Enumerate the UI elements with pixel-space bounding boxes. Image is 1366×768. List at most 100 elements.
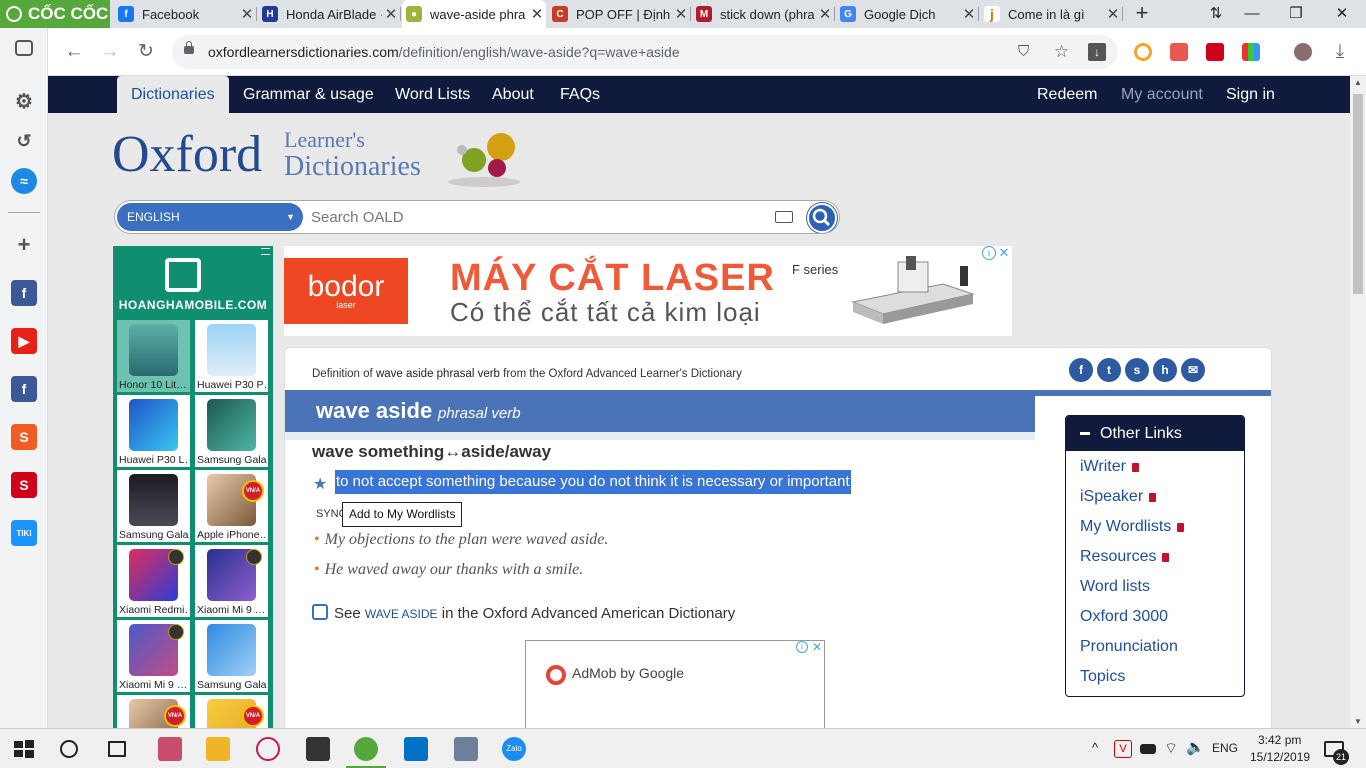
other-link-oxford-3000[interactable]: Oxford 3000 <box>1080 608 1168 626</box>
language-select[interactable]: ENGLISH ▼ <box>117 203 303 231</box>
ad-product[interactable]: Huawei P30 L… <box>117 395 190 467</box>
hatena-share-icon[interactable]: h <box>1153 358 1177 382</box>
email-share-icon[interactable]: ✉ <box>1181 358 1205 382</box>
close-window-button[interactable]: ✕ <box>1322 2 1362 26</box>
nav-dictionaries[interactable]: Dictionaries <box>117 76 229 113</box>
nav-grammar[interactable]: Grammar & usage <box>243 76 374 113</box>
nav-faqs[interactable]: FAQs <box>560 76 600 113</box>
messenger-icon[interactable]: ≈ <box>11 168 37 194</box>
left-ad-hoanghamobile[interactable]: HOANGHAMOBILE.COM Honor 10 Lit… Huawei P… <box>113 246 273 728</box>
battery-icon[interactable] <box>1140 744 1156 754</box>
ad-product[interactable]: Xiaomi Redmi… <box>117 545 190 617</box>
ad-product[interactable]: Samsung Gala… <box>117 470 190 542</box>
close-icon[interactable]: ✕ <box>816 5 834 23</box>
ad-choices-icon[interactable]: i <box>796 641 808 653</box>
other-link-my-wordlists[interactable]: My Wordlists <box>1080 518 1185 536</box>
sticky-app-icon[interactable] <box>306 737 330 761</box>
task-view-icon[interactable] <box>108 741 126 757</box>
close-icon[interactable]: ✕ <box>672 5 690 23</box>
ad-product[interactable]: VN/A <box>195 695 268 728</box>
close-icon[interactable]: ✕ <box>382 5 400 23</box>
star-icon[interactable]: ★ <box>313 474 327 494</box>
sendo-shortcut-icon[interactable]: S <box>11 472 37 498</box>
vietkey-icon[interactable]: V <box>1114 740 1132 758</box>
browser-brand-button[interactable]: CỐC CỐC <box>0 0 110 28</box>
other-link-topics[interactable]: Topics <box>1080 668 1125 686</box>
back-arrow-icon[interactable]: ← <box>60 38 88 66</box>
shield-icon[interactable]: ⛉ <box>1018 35 1029 69</box>
tab-google-translate[interactable]: G Google Dịch ✕ <box>836 0 979 28</box>
admob-ad[interactable]: AdMob by Google i ✕ <box>525 640 825 728</box>
facebook-shortcut-icon-2[interactable]: f <box>11 376 37 402</box>
stumbleupon-share-icon[interactable]: s <box>1125 358 1149 382</box>
extension-coccoc-icon[interactable] <box>1134 43 1152 61</box>
settings-gear-icon[interactable]: ⚙ <box>11 88 37 114</box>
ad-close-icon[interactable]: ✕ <box>997 246 1011 260</box>
ad-choices-icon[interactable]: i <box>982 246 996 260</box>
volume-icon[interactable]: 🔈 <box>1186 738 1205 756</box>
extension-color-icon[interactable] <box>1242 43 1260 61</box>
nav-about[interactable]: About <box>492 76 534 113</box>
twitter-share-icon[interactable]: t <box>1097 358 1121 382</box>
app-icon-1[interactable] <box>158 737 182 761</box>
tab-come-in[interactable]: j Come in là gì ✕ <box>980 0 1123 28</box>
forward-arrow-icon[interactable]: → <box>96 38 124 66</box>
cortana-search-icon[interactable] <box>60 740 78 758</box>
reload-icon[interactable]: ↻ <box>132 38 160 66</box>
search-input[interactable] <box>311 201 771 233</box>
tab-honda[interactable]: H Honda AirBlade · ✕ <box>258 0 401 28</box>
extension-red-icon[interactable] <box>1206 43 1224 61</box>
nav-sign-in[interactable]: Sign in <box>1226 76 1275 113</box>
facebook-shortcut-icon[interactable]: f <box>11 280 37 306</box>
close-icon[interactable]: ✕ <box>238 5 256 23</box>
nav-my-account[interactable]: My account <box>1121 76 1203 113</box>
clock-time[interactable]: 3:42 pm <box>1258 733 1301 747</box>
coccoc-taskbar-icon[interactable] <box>354 737 378 761</box>
ad-menu-icon[interactable] <box>261 248 270 255</box>
ad-close-icon[interactable]: ✕ <box>812 641 822 653</box>
input-language[interactable]: ENG <box>1212 741 1238 755</box>
add-shortcut-icon[interactable]: + <box>11 232 37 258</box>
close-icon[interactable]: ✕ <box>960 5 978 23</box>
tab-cambridge[interactable]: C POP OFF | Định n ✕ <box>548 0 691 28</box>
other-link-ispeaker[interactable]: iSpeaker <box>1080 488 1157 506</box>
nav-redeem[interactable]: Redeem <box>1037 76 1097 113</box>
ad-product[interactable]: Samsung Gala… <box>195 620 268 692</box>
scroll-up-icon[interactable]: ▲ <box>1354 78 1362 87</box>
downloads-icon[interactable]: ⤓ <box>1326 38 1354 66</box>
scroll-down-icon[interactable]: ▼ <box>1354 717 1362 726</box>
zalo-icon[interactable]: Zalo <box>502 737 526 761</box>
see-also-link[interactable]: See wave aside in the Oxford Advanced Am… <box>312 604 735 622</box>
new-tab-button[interactable]: + <box>1130 2 1154 26</box>
tab-search-icon[interactable]: ⇅ <box>1196 2 1236 26</box>
extension-adblock-icon[interactable] <box>1170 43 1188 61</box>
history-icon[interactable]: ↺ <box>11 128 37 154</box>
nav-word-lists[interactable]: Word Lists <box>395 76 470 113</box>
shopee-shortcut-icon[interactable]: S <box>11 424 37 450</box>
ad-product[interactable]: Xiaomi Mi 9 … <box>117 620 190 692</box>
ad-product[interactable]: Honor 10 Lit… <box>117 320 190 392</box>
windows-start-icon[interactable] <box>12 737 36 761</box>
address-bar[interactable]: oxfordlearnersdictionaries.com/definitio… <box>172 35 1118 69</box>
app-icon-2[interactable] <box>454 737 478 761</box>
youtube-shortcut-icon[interactable]: ▶ <box>11 328 37 354</box>
ad-product[interactable]: Xiaomi Mi 9 … <box>195 545 268 617</box>
close-icon[interactable]: ✕ <box>528 5 546 23</box>
other-link-resources[interactable]: Resources <box>1080 548 1170 566</box>
top-ad-bodor[interactable]: bodor laser MÁY CẮT LASER Có thể cắt tất… <box>284 246 1012 336</box>
outlook-icon[interactable] <box>404 737 428 761</box>
profile-avatar[interactable] <box>1294 43 1312 61</box>
facebook-share-icon[interactable]: f <box>1069 358 1093 382</box>
tab-facebook[interactable]: f Facebook ✕ <box>114 0 257 28</box>
search-button[interactable] <box>807 203 837 233</box>
keyboard-icon[interactable] <box>775 211 793 223</box>
file-explorer-icon[interactable] <box>206 737 230 761</box>
ad-product[interactable]: VN/A Apple iPhone… <box>195 470 268 542</box>
minimize-button[interactable]: — <box>1232 2 1272 26</box>
sidebar-toggle-icon[interactable] <box>15 40 33 56</box>
bookmark-star-icon[interactable]: ☆ <box>1054 35 1069 69</box>
download-page-icon[interactable]: ↓ <box>1088 43 1106 61</box>
oxford-logo-text[interactable]: Oxford <box>112 126 262 184</box>
tab-macmillan[interactable]: M stick down (phra ✕ <box>692 0 835 28</box>
other-links-header[interactable]: Other Links <box>1066 416 1244 451</box>
